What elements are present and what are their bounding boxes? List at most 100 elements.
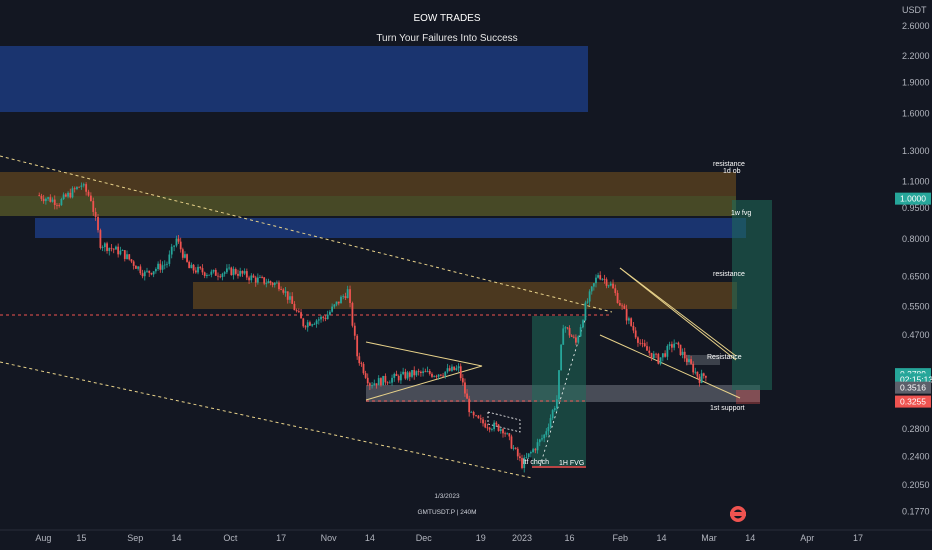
candle-body (518, 456, 521, 459)
candle-body (186, 254, 188, 262)
candle-body (549, 418, 552, 427)
candle-body (282, 289, 285, 293)
candle-body (67, 192, 69, 197)
candle-body (650, 352, 653, 359)
y-tick-label: 0.5500 (902, 302, 930, 312)
x-tick-label: Dec (416, 533, 433, 543)
candle-body (223, 272, 226, 274)
candle-body (444, 371, 447, 376)
candle-body (639, 342, 642, 344)
candle-body (194, 270, 197, 273)
candle-body (637, 337, 639, 343)
candle-body (442, 375, 444, 377)
candle-body (632, 325, 635, 331)
candle-body (570, 335, 573, 337)
candle-body (666, 345, 669, 357)
y-tick-label: 1.9000 (902, 78, 930, 88)
candle-body (250, 275, 253, 281)
candle-body (702, 373, 705, 376)
candle-body (302, 318, 305, 327)
y-tick-label: 0.2400 (902, 452, 930, 462)
annotation-1d-ob: 1d ob (723, 168, 741, 175)
candle-body (560, 344, 563, 371)
y-tick-label: 0.2800 (902, 424, 930, 434)
candle-body (475, 415, 477, 417)
candle-body (391, 377, 393, 383)
candle-body (424, 371, 427, 373)
candle-body (119, 250, 122, 255)
candle-body (192, 264, 195, 271)
candle-body (577, 336, 580, 343)
candle-body (320, 316, 322, 320)
candle-body (428, 371, 431, 374)
candle-body (380, 378, 382, 386)
candle-body (269, 281, 272, 284)
candle-body (197, 266, 199, 273)
candle-body (221, 273, 224, 277)
candle-body (579, 327, 582, 337)
candle-body (80, 185, 83, 187)
candle-body (541, 438, 543, 440)
price-badge-label: 0.3516 (900, 383, 926, 393)
candle-body (188, 261, 191, 269)
candle-body (49, 197, 52, 202)
candle-body (514, 447, 517, 449)
candle-body (56, 204, 58, 206)
candle-body (568, 328, 571, 336)
candle-body (190, 264, 193, 269)
candle-body (108, 247, 111, 251)
candle-body (203, 272, 206, 276)
candle-body (543, 434, 546, 439)
candle-body (271, 283, 274, 285)
candle-body (459, 366, 462, 379)
candle-body (234, 269, 237, 274)
candle-body (408, 372, 411, 377)
candle-body (179, 241, 182, 250)
candle-body (163, 264, 166, 266)
candle-body (273, 283, 276, 285)
candle-body (128, 254, 131, 260)
candle-body (130, 259, 133, 262)
candle-body (351, 302, 354, 326)
candle-body (331, 306, 334, 312)
candle-body (400, 374, 402, 381)
candle-body (248, 277, 250, 281)
candle-body (256, 277, 259, 283)
candle-body (683, 351, 686, 359)
candle-body (115, 246, 117, 250)
candle-body (641, 342, 644, 344)
candle-body (284, 291, 287, 293)
candle-body (417, 371, 420, 373)
candle-body (360, 363, 363, 364)
candle-body (267, 281, 270, 284)
x-tick-label: Mar (701, 533, 717, 543)
candle-body (99, 230, 102, 248)
candle-body (397, 375, 400, 381)
candle-body (297, 311, 300, 313)
x-tick-label: Sep (127, 533, 143, 543)
y-tick-label: 1.3000 (902, 146, 930, 156)
candle-body (291, 296, 294, 304)
candle-body (368, 383, 371, 386)
candle-body (664, 353, 667, 357)
candle-body (584, 302, 587, 321)
candle-body (89, 195, 92, 202)
candle-body (42, 198, 45, 202)
candle-body (245, 271, 248, 278)
annotation-resistance-mid: resistance (713, 271, 745, 278)
candle-body (40, 195, 43, 199)
candle-body (329, 311, 331, 315)
candle-body (358, 356, 361, 364)
candle-body (646, 346, 648, 351)
candle-body (700, 373, 703, 383)
candle-body (237, 273, 239, 276)
candle-body (259, 277, 261, 278)
candle-body (64, 194, 67, 197)
candle-body (532, 449, 535, 453)
candle-body (168, 254, 171, 264)
candle-body (558, 370, 560, 400)
candle-body (586, 301, 589, 303)
candle-body (659, 357, 662, 364)
candle-body (502, 429, 504, 434)
candle-body (217, 275, 219, 277)
